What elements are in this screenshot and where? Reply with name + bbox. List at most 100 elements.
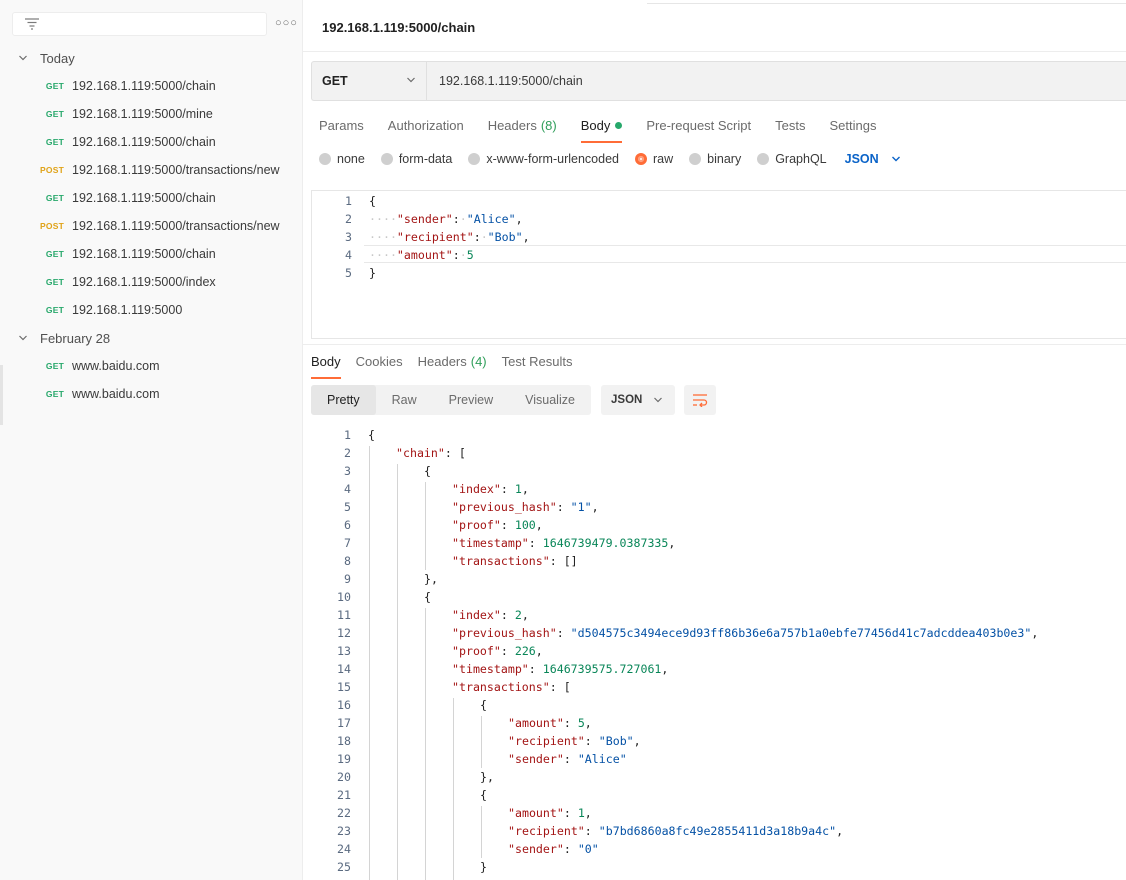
code-line: { <box>368 428 375 442</box>
line-number: 5 <box>345 266 352 280</box>
method-select[interactable]: GET <box>312 62 427 100</box>
json-number: 226 <box>514 644 536 658</box>
indent-guide <box>453 698 454 880</box>
chevron-down-icon <box>18 331 28 346</box>
history-item[interactable]: GET 192.168.1.119:5000 <box>0 296 302 324</box>
code-line: "index": 1, <box>452 482 529 496</box>
json-punctuation: : <box>452 212 460 226</box>
line-number: 6 <box>344 518 351 532</box>
body-type-radio-graphql[interactable]: GraphQL <box>757 152 827 166</box>
radio-label: form-data <box>398 152 453 166</box>
tab-tests[interactable]: Tests <box>775 118 805 133</box>
code-line: "previous_hash": "1", <box>452 500 599 514</box>
response-tab-headers[interactable]: Headers (4) <box>418 354 487 369</box>
history-group-header[interactable]: February 28 <box>18 324 110 352</box>
code-line: "previous_hash": "d504575c3494ece9d93ff8… <box>452 626 1038 640</box>
json-punctuation: }, <box>480 770 494 784</box>
page-title: 192.168.1.119:5000/chain <box>322 20 476 35</box>
history-item[interactable]: GET www.baidu.com <box>0 380 302 408</box>
response-tab-body[interactable]: Body <box>311 354 341 379</box>
view-mode-raw[interactable]: Raw <box>376 385 433 415</box>
body-type-radio-binary[interactable]: binary <box>689 152 741 166</box>
tab-settings[interactable]: Settings <box>829 118 876 133</box>
history-item[interactable]: GET 192.168.1.119:5000/mine <box>0 100 302 128</box>
json-key: "sender" <box>508 752 564 766</box>
filter-icon[interactable] <box>25 18 39 30</box>
line-number: 16 <box>337 698 351 712</box>
history-item[interactable]: GET 192.168.1.119:5000/chain <box>0 184 302 212</box>
json-string: "d504575c3494ece9d93ff86b36e6a757b1a0ebf… <box>570 626 1032 640</box>
line-number: 22 <box>337 806 351 820</box>
raw-format-select[interactable]: JSON <box>845 152 901 166</box>
response-format-label: JSON <box>611 394 643 406</box>
json-punctuation: , <box>535 518 543 532</box>
code-line: { <box>480 698 487 712</box>
json-key: "amount" <box>508 806 564 820</box>
radio-circle <box>757 153 770 165</box>
json-number: 2 <box>514 608 522 622</box>
history-item[interactable]: GET 192.168.1.119:5000/chain <box>0 240 302 268</box>
body-type-radio-form-data[interactable]: form-data <box>380 152 453 166</box>
tab-label: Pre-request Script <box>646 118 752 133</box>
body-type-options: none form-data x-www-form-urlencoded raw bin… <box>319 152 901 166</box>
body-type-radio-raw[interactable]: raw <box>635 152 673 166</box>
json-string: "Bob" <box>487 230 523 244</box>
method-badge: GET <box>45 109 64 119</box>
response-tab-test-results[interactable]: Test Results <box>502 354 573 369</box>
whitespace-marker: ···· <box>369 248 397 262</box>
view-mode-visualize[interactable]: Visualize <box>509 385 591 415</box>
tab-body[interactable]: Body <box>580 118 623 143</box>
radio-circle <box>380 153 393 165</box>
url-input[interactable]: 192.168.1.119:5000/chain <box>427 62 1126 100</box>
history-group-header[interactable]: Today <box>18 44 75 72</box>
indent-guide <box>425 608 426 880</box>
whitespace-marker: · <box>459 248 467 262</box>
code-line: ····"recipient":·"Bob", <box>369 230 530 244</box>
body-type-radio-none[interactable]: none <box>319 152 365 166</box>
json-punctuation: { <box>480 698 487 712</box>
response-format-select[interactable]: JSON <box>601 385 675 415</box>
code-line: { <box>480 788 487 802</box>
request-body-editor[interactable]: 1{2 ····"sender":·"Alice", 3 ····"recipient… <box>311 190 1126 339</box>
tab-headers[interactable]: Headers (8) <box>488 118 557 133</box>
history-item[interactable]: GET www.baidu.com <box>0 352 302 380</box>
history-item-url: 192.168.1.119:5000/mine <box>72 107 213 121</box>
whitespace-marker: ···· <box>369 212 397 226</box>
json-punctuation: { <box>369 194 376 208</box>
tab-pre-request-script[interactable]: Pre-request Script <box>646 118 751 133</box>
line-number: 2 <box>345 212 352 226</box>
tab-params[interactable]: Params <box>319 118 364 133</box>
line-number: 19 <box>337 752 351 766</box>
more-options-icon[interactable]: ○○○ <box>275 17 298 29</box>
code-line: "chain": [ <box>396 446 466 460</box>
history-item-url: www.baidu.com <box>72 387 160 401</box>
json-punctuation: , <box>535 644 543 658</box>
tab-authorization[interactable]: Authorization <box>388 118 464 133</box>
divider <box>303 51 1126 52</box>
code-line: "timestamp": 1646739479.0387335, <box>452 536 675 550</box>
method-badge: GET <box>45 305 64 315</box>
response-tab-cookies[interactable]: Cookies <box>356 354 403 369</box>
history-item[interactable]: POST 192.168.1.119:5000/transactions/new <box>0 212 302 240</box>
body-type-radio-x-www-form-urlencoded[interactable]: x-www-form-urlencoded <box>468 152 619 166</box>
url-bar: GET 192.168.1.119:5000/chain <box>311 61 1126 101</box>
method-badge: GET <box>45 81 64 91</box>
raw-format-label: JSON <box>844 152 879 166</box>
history-filter-input[interactable] <box>12 12 267 36</box>
method-badge: POST <box>40 221 64 231</box>
view-mode-pretty[interactable]: Pretty <box>311 385 376 415</box>
history-item[interactable]: GET 192.168.1.119:5000/chain <box>0 128 302 156</box>
history-item[interactable]: POST 192.168.1.119:5000/transactions/new <box>0 156 302 184</box>
view-mode-preview[interactable]: Preview <box>433 385 509 415</box>
history-item[interactable]: GET 192.168.1.119:5000/index <box>0 268 302 296</box>
history-item-url: 192.168.1.119:5000/index <box>72 275 216 289</box>
response-body-viewer[interactable]: 1{2 "chain": [3{4 "index": 1, 5 "previous_ha… <box>311 426 1126 880</box>
json-punctuation: { <box>368 428 375 442</box>
line-number: 2 <box>344 446 351 460</box>
wrap-lines-button[interactable] <box>684 385 716 415</box>
history-item[interactable]: GET 192.168.1.119:5000/chain <box>0 72 302 100</box>
line-number: 10 <box>337 590 351 604</box>
json-punctuation: : <box>500 518 515 532</box>
code-line: "proof": 100, <box>452 518 543 532</box>
line-number: 3 <box>344 464 351 478</box>
